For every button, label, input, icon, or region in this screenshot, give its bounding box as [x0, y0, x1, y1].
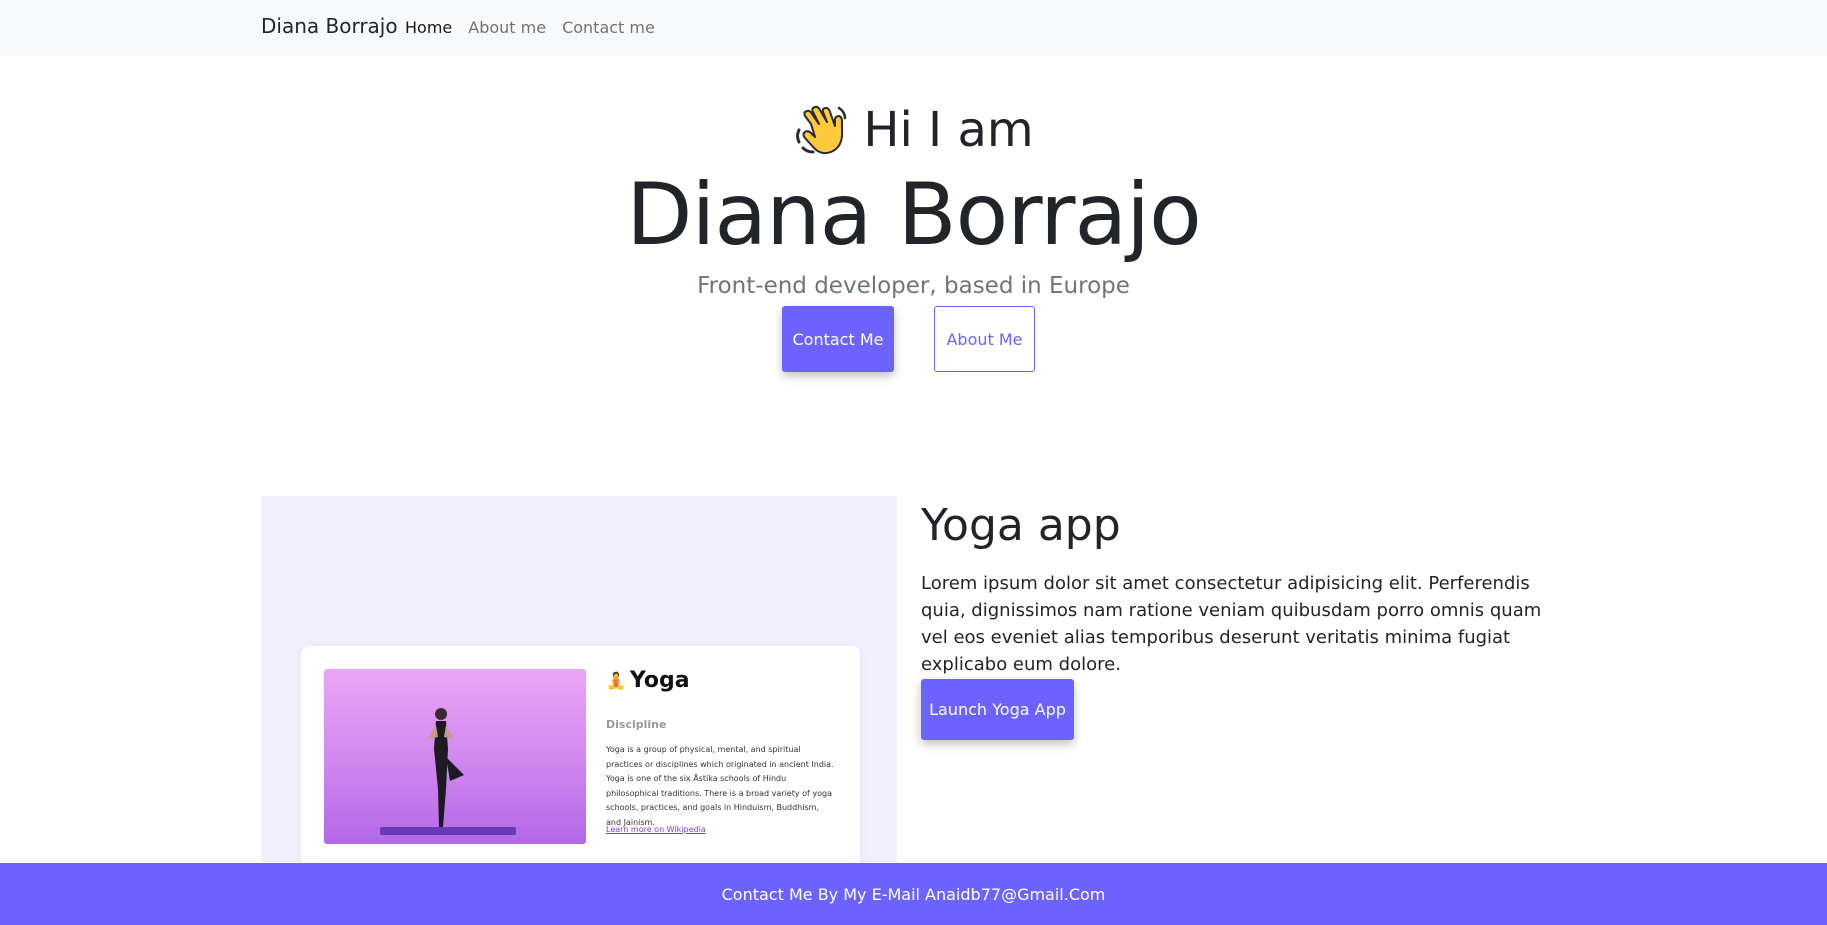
navbar: Diana Borrajo Home About me Contact me — [0, 0, 1827, 56]
yoga-figure-illustration — [380, 708, 516, 835]
yoga-photo — [324, 669, 586, 844]
hero-greeting: Hi I am — [0, 102, 1827, 158]
preview-text: Yoga is a group of physical, mental, and… — [606, 745, 834, 827]
navbar-brand[interactable]: Diana Borrajo — [261, 14, 398, 38]
nav-link-home[interactable]: Home — [405, 18, 452, 37]
hero-subtitle: Front-end developer, based in Europe — [697, 273, 1130, 299]
nav-link-contact[interactable]: Contact me — [562, 18, 655, 37]
project-preview-image: 🧘 Yoga Discipline Yoga is a group of phy… — [261, 496, 897, 864]
footer: Contact Me By My E-Mail Anaidb77@Gmail.C… — [0, 863, 1827, 925]
nav-links: Home About me Contact me — [405, 18, 655, 37]
preview-subtitle: Discipline — [606, 718, 667, 731]
contact-me-button[interactable]: Contact Me — [782, 306, 894, 372]
preview-card: 🧘 Yoga Discipline Yoga is a group of phy… — [301, 646, 860, 864]
project-title: Yoga app — [921, 500, 1121, 551]
footer-contact-text: Contact Me By My E-Mail Anaidb77@Gmail.C… — [721, 885, 1106, 904]
waving-hand-icon — [793, 102, 849, 158]
preview-title: 🧘 Yoga — [606, 668, 690, 693]
meditation-icon: 🧘 — [606, 671, 626, 690]
hero-name: Diana Borrajo — [626, 165, 1201, 265]
about-me-button[interactable]: About Me — [934, 306, 1035, 372]
preview-wikipedia-link[interactable]: Learn more on Wikipedia — [606, 825, 706, 834]
preview-title-text: Yoga — [629, 668, 690, 693]
greeting-text: Hi I am — [863, 102, 1034, 158]
launch-yoga-app-button[interactable]: Launch Yoga App — [921, 679, 1074, 740]
nav-link-about[interactable]: About me — [468, 18, 546, 37]
project-description: Lorem ipsum dolor sit amet consectetur a… — [921, 573, 1542, 675]
